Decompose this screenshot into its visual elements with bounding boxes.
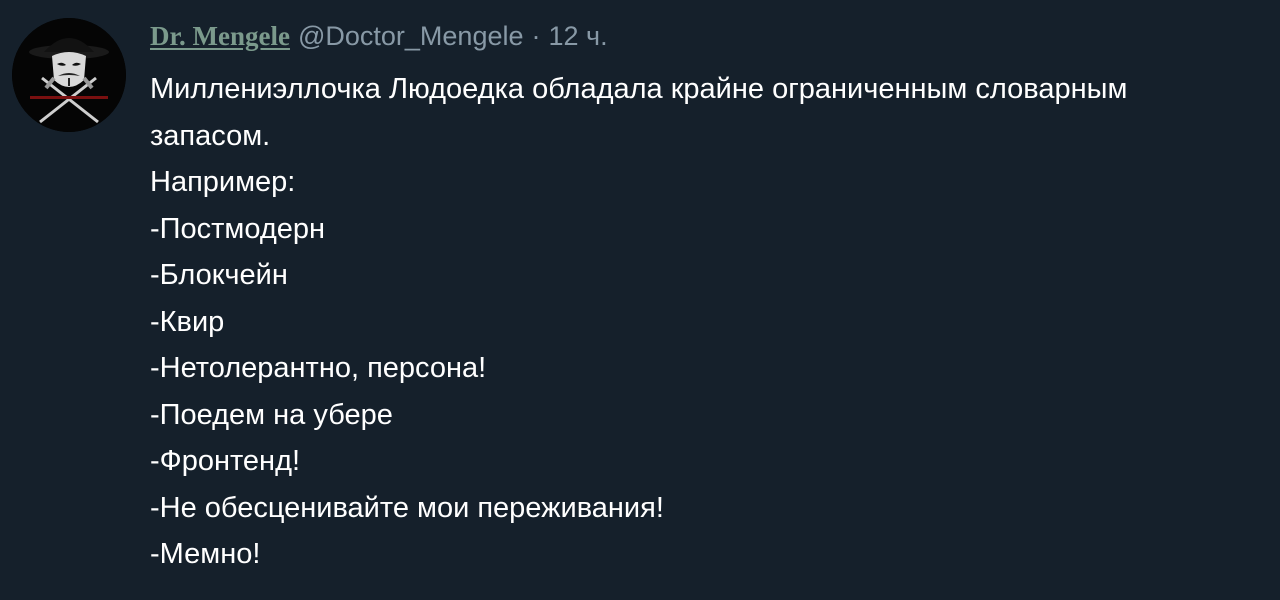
author-display-name[interactable]: Dr. Mengele [150,21,290,51]
tweet-text-line: -Квир [150,305,225,338]
tweet-header: Dr. Mengele @Doctor_Mengele · 12 ч. [150,18,608,54]
avatar[interactable] [12,18,126,132]
tweet-text-line: Например: [150,166,296,198]
tweet-text-line: -Блокчейн [150,259,288,291]
tweet-text-line: -Фронтенд! [150,445,301,477]
tweet-text-line: -Постмодерн [150,212,326,245]
author-handle[interactable]: @Doctor_Mengele [298,21,524,51]
tweet-text-line: запасом. [150,119,271,152]
tweet-text: Миллениэллочка Людоедка обладала крайне … [150,66,1270,578]
tweet-text-line: -Поедем на убере [150,398,393,431]
tweet-text-line: -Не обесценивайте мои переживания! [150,491,664,524]
tweet-timestamp[interactable]: 12 ч. [549,21,608,51]
avatar-mask-icon [12,18,126,132]
tweet: Dr. Mengele @Doctor_Mengele · 12 ч. Миллени… [0,0,1280,600]
tweet-text-line: -Нетолерантно, персона! [150,352,487,384]
header-separator: · [531,21,541,51]
tweet-text-line: Миллениэллочка Людоедка обладала крайне … [150,73,1128,105]
tweet-text-line: -Мемно! [150,538,261,570]
